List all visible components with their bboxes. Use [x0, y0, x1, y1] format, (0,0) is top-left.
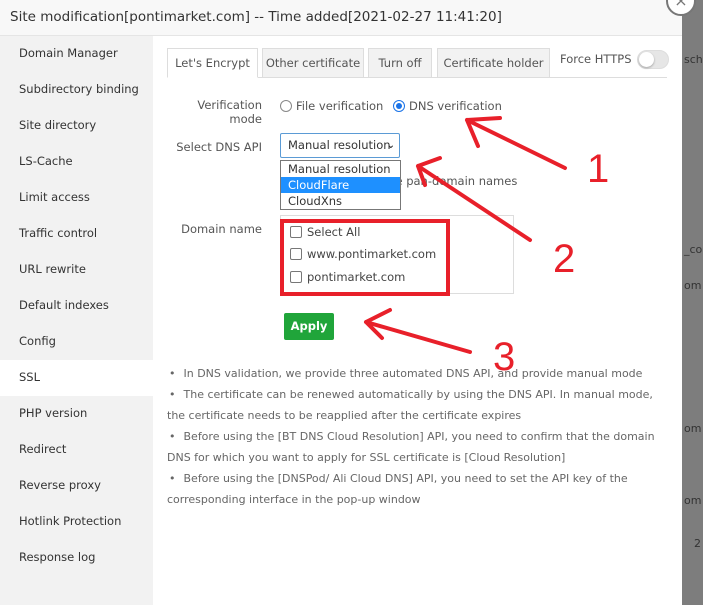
note-item: Before using the [DNSPod/ Ali Cloud DNS]…	[167, 468, 667, 510]
sidebar-item-ssl[interactable]: SSL	[0, 360, 153, 396]
select-value: Manual resolution	[288, 138, 391, 152]
option-cloudflare[interactable]: CloudFlare	[281, 177, 400, 193]
note-item: The certificate can be renewed automatic…	[167, 384, 667, 426]
sidebar-item-traffic-control[interactable]: Traffic control	[0, 216, 153, 252]
option-cloudxns[interactable]: CloudXns	[281, 193, 400, 209]
background-text: om	[684, 494, 702, 507]
tab-lets-encrypt[interactable]: Let's Encrypt	[167, 48, 258, 78]
note-item: In DNS validation, we provide three auto…	[167, 363, 667, 384]
background-text: sch	[684, 53, 703, 66]
sidebar-item-subdirectory-binding[interactable]: Subdirectory binding	[0, 72, 153, 108]
option-manual-resolution[interactable]: Manual resolution	[281, 161, 400, 177]
background-text: om	[684, 279, 702, 292]
chevron-down-icon: ⌄	[386, 140, 395, 151]
annotation-box	[280, 219, 450, 296]
sidebar: Domain Manager Subdirectory binding Site…	[0, 36, 153, 605]
help-notes: In DNS validation, we provide three auto…	[167, 363, 667, 510]
sidebar-item-domain-manager[interactable]: Domain Manager	[0, 36, 153, 72]
background-text: _cor	[684, 243, 703, 256]
tab-certificate-holder[interactable]: Certificate holder	[437, 48, 550, 78]
apply-button[interactable]: Apply	[284, 313, 334, 340]
site-modification-dialog: Site modification[pontimarket.com] -- Ti…	[0, 0, 682, 605]
ssl-panel: Let's Encrypt Other certificate Turn off…	[153, 36, 682, 605]
file-verification-radio[interactable]: File verification	[280, 99, 383, 113]
radio-label: DNS verification	[409, 99, 502, 113]
sidebar-item-redirect[interactable]: Redirect	[0, 432, 153, 468]
dns-verification-radio[interactable]: DNS verification	[393, 99, 502, 113]
sidebar-item-default-indexes[interactable]: Default indexes	[0, 288, 153, 324]
note-item: Before using the [BT DNS Cloud Resolutio…	[167, 426, 667, 468]
background-text: om	[684, 422, 702, 435]
sidebar-item-reverse-proxy[interactable]: Reverse proxy	[0, 468, 153, 504]
sidebar-item-hotlink-protection[interactable]: Hotlink Protection	[0, 504, 153, 540]
sidebar-item-ls-cache[interactable]: LS-Cache	[0, 144, 153, 180]
select-dns-api-label: Select DNS API	[176, 140, 262, 154]
dns-api-dropdown: Manual resolution CloudFlare CloudXns	[280, 160, 401, 210]
tab-turn-off[interactable]: Turn off	[368, 48, 432, 78]
radio-circle[interactable]	[280, 100, 292, 112]
radio-label: File verification	[296, 99, 384, 113]
sidebar-item-config[interactable]: Config	[0, 324, 153, 360]
dns-api-select[interactable]: Manual resolution ⌄	[280, 133, 400, 158]
force-https-label: Force HTTPS	[560, 52, 632, 66]
domain-name-label: Domain name	[181, 222, 262, 236]
sidebar-item-php-version[interactable]: PHP version	[0, 396, 153, 432]
tab-other-certificate[interactable]: Other certificate	[262, 48, 364, 78]
dialog-title: Site modification[pontimarket.com] -- Ti…	[0, 0, 682, 36]
force-https-toggle[interactable]	[637, 50, 669, 69]
background-text: 2	[694, 537, 701, 550]
radio-circle[interactable]	[393, 100, 405, 112]
sidebar-item-site-directory[interactable]: Site directory	[0, 108, 153, 144]
verification-mode-label: Verification mode	[197, 98, 262, 126]
sidebar-item-url-rewrite[interactable]: URL rewrite	[0, 252, 153, 288]
sidebar-item-limit-access[interactable]: Limit access	[0, 180, 153, 216]
pan-domain-hint: ine pan-domain names	[385, 174, 518, 188]
sidebar-item-response-log[interactable]: Response log	[0, 540, 153, 576]
